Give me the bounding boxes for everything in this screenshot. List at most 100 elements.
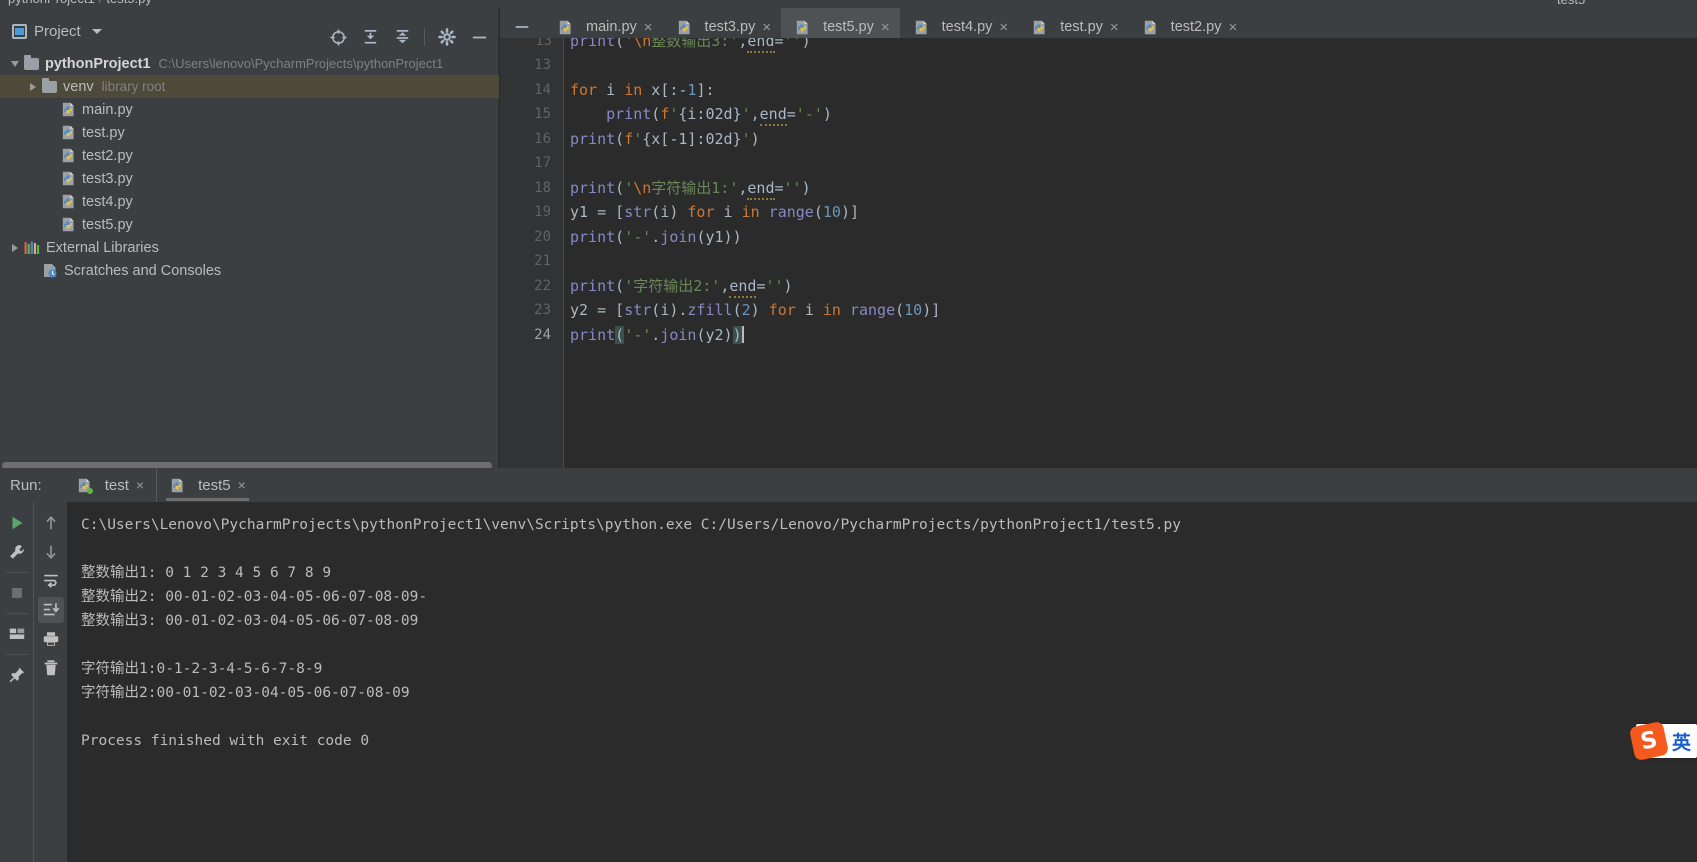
tree-row-test-py[interactable]: test.py (0, 121, 499, 144)
run-tab-test[interactable]: test × (64, 468, 156, 502)
code-line-clipped[interactable]: print('\n整数输出3:',end='') (570, 38, 811, 54)
console-line: Process finished with exit code 0 (81, 733, 370, 749)
breadcrumb-separator: / (95, 0, 107, 6)
chevron-right-icon[interactable] (6, 243, 24, 252)
line-number[interactable]: 20 (500, 225, 563, 250)
close-icon[interactable]: × (762, 20, 771, 35)
toolbar-divider (5, 572, 28, 573)
code-editor[interactable]: 13141516171819202122232413 print('\n整数输出… (500, 38, 1697, 468)
python-file-icon (60, 216, 76, 233)
code-line[interactable]: for i in x[:-1]: (570, 78, 1697, 103)
code-line[interactable]: print('-'.join(y1)) (570, 225, 1697, 250)
project-tree[interactable]: pythonProject1 C:\Users\lenovo\PycharmPro… (0, 52, 499, 452)
print-icon[interactable] (38, 626, 64, 652)
layout-icon[interactable] (4, 621, 30, 647)
trash-icon[interactable] (38, 655, 64, 681)
close-icon[interactable]: × (238, 477, 246, 493)
line-number[interactable]: 24 (500, 323, 563, 348)
tree-row-test4-py[interactable]: test4.py (0, 190, 499, 213)
project-panel-header: Project (0, 14, 499, 48)
code-line[interactable] (570, 249, 1697, 274)
soft-wrap-icon[interactable] (38, 568, 64, 594)
line-number-clipped[interactable]: 13 (500, 38, 564, 54)
code-line[interactable]: print(f'{i:02d}',end='-') (570, 102, 1697, 127)
tree-row-external-libraries[interactable]: External Libraries (0, 236, 499, 259)
tree-item-label: test5.py (82, 216, 133, 233)
line-number[interactable]: 13 (500, 53, 563, 78)
breadcrumb-file[interactable]: test5.py (106, 0, 152, 6)
toolbar-divider (5, 654, 28, 655)
wrench-icon[interactable] (4, 539, 30, 565)
chevron-down-icon[interactable] (91, 28, 102, 34)
line-number[interactable]: 15 (500, 102, 563, 127)
tree-row-scratches-and-consoles[interactable]: Scratches and Consoles (0, 259, 499, 282)
breadcrumb-right-hint: test5 (1537, 0, 1697, 8)
code-content[interactable]: print('\n整数输出3:',end='') for i in x[:-1]:… (564, 38, 1697, 468)
breadcrumb-text: pythonProject1/test5.py (8, 0, 152, 6)
line-number[interactable]: 16 (500, 127, 563, 152)
breadcrumb-project[interactable]: pythonProject1 (8, 0, 95, 6)
tree-item-hint: C:\Users\lenovo\PycharmProjects\pythonPr… (158, 56, 444, 71)
line-number[interactable]: 18 (500, 176, 563, 201)
console-line: 字符输出1:0-1-2-3-4-5-6-7-8-9 (81, 661, 323, 677)
arrow-down-icon[interactable] (38, 539, 64, 565)
code-lines: print('\n整数输出3:',end='') for i in x[:-1]:… (564, 38, 1697, 347)
run-tab-test5[interactable]: test5 × (156, 468, 258, 502)
toolbar-divider (424, 28, 425, 46)
tree-row-test5-py[interactable]: test5.py (0, 213, 499, 236)
console-output[interactable]: C:\Users\Lenovo\PycharmProjects\pythonPr… (67, 502, 1697, 862)
collapse-all-icon[interactable] (388, 23, 416, 51)
line-number[interactable]: 22 (500, 274, 563, 299)
chevron-right-icon[interactable] (24, 82, 42, 91)
arrow-up-icon[interactable] (38, 510, 64, 536)
line-number[interactable]: 14 (500, 78, 563, 103)
code-line[interactable]: print('\n字符输出1:',end='') (570, 176, 1697, 201)
close-icon[interactable]: × (644, 20, 653, 35)
editor-gutter[interactable]: 13 14 15 16 17 18 19 20 21 22 23 24 13 (500, 38, 564, 468)
code-line[interactable]: print('-'.join(y2)) (570, 323, 1697, 348)
tree-item-label: main.py (82, 101, 133, 118)
line-number[interactable]: 23 (500, 298, 563, 323)
python-file-icon (60, 147, 76, 164)
line-number[interactable]: 19 (500, 200, 563, 225)
close-icon[interactable]: × (136, 477, 144, 493)
python-file-icon (60, 193, 76, 210)
tree-row-test3-py[interactable]: test3.py (0, 167, 499, 190)
expand-all-icon[interactable] (356, 23, 384, 51)
chevron-right-glyph (30, 82, 36, 91)
line-number[interactable]: 21 (500, 249, 563, 274)
close-icon[interactable]: × (1110, 20, 1119, 35)
run-tab-label: test (104, 476, 129, 494)
close-icon[interactable]: × (1228, 20, 1237, 35)
project-title-dropdown[interactable]: Project (0, 23, 102, 40)
tree-row-pythonproject1[interactable]: pythonProject1 C:\Users\lenovo\PycharmPro… (0, 52, 499, 75)
code-line[interactable]: y2 = [str(i).zfill(2) for i in range(10)… (570, 298, 1697, 323)
ime-mode-label[interactable]: 英 (1666, 728, 1691, 755)
close-icon[interactable]: × (999, 20, 1008, 35)
project-toolbar (324, 20, 499, 54)
pin-icon[interactable] (4, 662, 30, 688)
tree-item-hint: library root (101, 79, 166, 94)
select-opened-file-icon[interactable] (324, 23, 352, 51)
settings-gear-icon[interactable] (433, 23, 461, 51)
hide-panel-icon[interactable] (465, 23, 493, 51)
code-line[interactable]: print('字符输出2:',end='') (570, 274, 1697, 299)
editor-tab-label: test.py (1060, 19, 1103, 35)
stop-icon[interactable] (4, 580, 30, 606)
tree-row-main-py[interactable]: main.py (0, 98, 499, 121)
run-toolbar-secondary (33, 502, 67, 862)
code-line[interactable]: y1 = [str(i) for i in range(10)] (570, 200, 1697, 225)
chevron-down-icon[interactable] (6, 60, 24, 67)
folder-icon (24, 54, 39, 70)
rerun-icon[interactable] (4, 510, 30, 536)
code-line[interactable]: print(f'{x[-1]:02d}') (570, 127, 1697, 152)
scroll-to-end-icon[interactable] (37, 597, 64, 623)
close-icon[interactable]: × (881, 20, 890, 35)
code-line[interactable] (570, 151, 1697, 176)
python-file-icon (60, 170, 76, 187)
tree-row-test2-py[interactable]: test2.py (0, 144, 499, 167)
line-number[interactable]: 17 (500, 151, 563, 176)
ime-status-badge[interactable]: S 英 (1628, 720, 1697, 762)
tree-row-venv[interactable]: venv library root (0, 75, 499, 98)
